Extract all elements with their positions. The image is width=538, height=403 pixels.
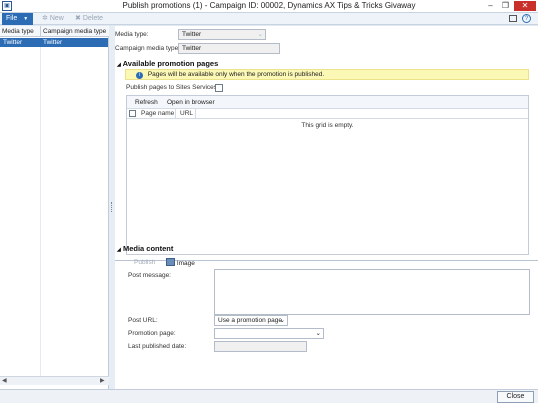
table-row[interactable]: Twitter Twitter <box>0 38 108 47</box>
column-media-type[interactable]: Media type <box>0 26 40 37</box>
title-bar: ▣ Publish promotions (1) - Campaign ID: … <box>0 0 538 13</box>
media-type-label: Media type: <box>115 31 149 38</box>
pages-grid-toolbar: Refresh Open in browser <box>127 96 528 109</box>
media-list-grid: Media type Campaign media type Twitter T… <box>0 26 109 389</box>
scroll-left-icon[interactable]: ◀ <box>2 377 7 384</box>
info-icon: i <box>136 72 143 79</box>
promotion-pages-grid: Refresh Open in browser Page name URL Th… <box>126 95 529 255</box>
delete-button[interactable]: ✖ Delete <box>75 14 103 24</box>
last-published-field <box>214 341 307 352</box>
file-label: File <box>6 15 18 22</box>
media-content-header[interactable]: ◢ Media content <box>117 244 173 253</box>
chevron-down-icon: ⌄ <box>257 31 263 38</box>
row-media-type: Twitter <box>3 39 23 46</box>
info-bar: i Pages will be available only when the … <box>125 69 529 80</box>
column-divider <box>175 109 176 119</box>
scroll-right-icon[interactable]: ▶ <box>100 377 105 384</box>
close-window-icon[interactable]: ✕ <box>514 1 536 11</box>
file-menu-button[interactable]: File ▼ <box>2 13 33 25</box>
image-icon <box>166 258 175 266</box>
select-all-checkbox[interactable] <box>129 110 136 117</box>
column-divider <box>40 47 41 377</box>
media-type-select[interactable]: Twitter ⌄ <box>178 29 266 40</box>
promotion-page-label: Promotion page: <box>128 330 176 337</box>
column-campaign-media-type[interactable]: Campaign media type <box>40 26 109 37</box>
refresh-button[interactable]: Refresh <box>135 98 158 108</box>
window-icon[interactable] <box>509 15 517 22</box>
empty-grid-text: This grid is empty. <box>301 122 354 129</box>
new-button[interactable]: ✲ New <box>42 14 64 24</box>
new-label: New <box>49 15 64 22</box>
column-page-name[interactable]: Page name <box>141 110 174 117</box>
publish-to-sites-label: Publish pages to Sites Services: <box>126 84 219 91</box>
info-text: Pages will be available only when the pr… <box>147 71 325 78</box>
post-url-value: Use a promotion page <box>218 317 282 324</box>
publish-to-sites-checkbox[interactable] <box>215 84 223 92</box>
chevron-down-icon: ⌄ <box>315 330 321 337</box>
promotion-page-select[interactable]: ⌄ <box>214 328 324 339</box>
media-content-title: Media content <box>122 244 174 253</box>
pages-grid-header: Page name URL <box>127 109 528 119</box>
chevron-down-icon: ⌄ <box>279 317 285 324</box>
close-button[interactable]: Close <box>497 391 534 403</box>
restore-icon[interactable]: ❐ <box>499 1 512 11</box>
collapse-icon: ◢ <box>117 247 121 253</box>
media-type-value: Twitter <box>182 31 202 38</box>
available-pages-title: Available promotion pages <box>122 59 219 68</box>
media-content-toolbar: Publish Image <box>126 257 529 269</box>
delete-icon: ✖ <box>75 15 81 22</box>
campaign-media-type-label: Campaign media type: <box>115 45 181 52</box>
column-divider <box>195 109 196 119</box>
column-url[interactable]: URL <box>180 110 193 117</box>
post-message-input[interactable] <box>214 269 530 315</box>
post-url-label: Post URL: <box>128 317 158 324</box>
post-url-select[interactable]: Use a promotion page ⌄ <box>214 315 288 326</box>
chevron-down-icon: ▼ <box>23 16 29 22</box>
publish-button[interactable]: Publish <box>134 258 155 268</box>
splitter-grip-icon <box>111 202 113 212</box>
open-in-browser-button[interactable]: Open in browser <box>167 98 215 108</box>
campaign-media-type-field: Twitter <box>178 43 280 54</box>
help-icon[interactable]: ? <box>522 14 531 23</box>
footer-bar: Close <box>0 389 538 403</box>
window-title: Publish promotions (1) - Campaign ID: 00… <box>122 1 416 10</box>
row-campaign-media-type: Twitter <box>43 39 63 46</box>
action-pane: File ▼ ✲ New ✖ Delete ? <box>0 13 538 25</box>
new-icon: ✲ <box>42 15 48 22</box>
image-button[interactable]: Image <box>166 258 195 269</box>
collapse-icon: ◢ <box>117 62 121 68</box>
image-label: Image <box>176 260 195 267</box>
detail-pane: Media type: Twitter ⌄ Campaign media typ… <box>115 26 538 389</box>
available-pages-header[interactable]: ◢ Available promotion pages <box>117 59 218 68</box>
delete-label: Delete <box>82 15 104 22</box>
minimize-icon[interactable]: – <box>484 1 497 11</box>
horizontal-scrollbar[interactable]: ◀ ▶ <box>0 376 109 385</box>
last-published-label: Last published date: <box>128 343 187 350</box>
post-message-label: Post message: <box>128 272 171 279</box>
